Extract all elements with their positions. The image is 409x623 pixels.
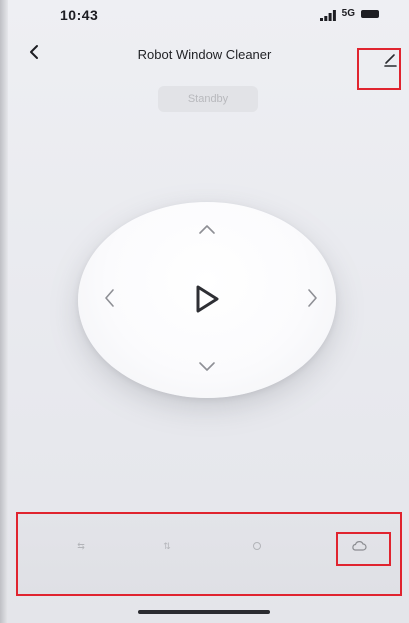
device-status-text: Standby	[187, 93, 229, 105]
move-left-button[interactable]	[94, 285, 124, 315]
page-title: Robot Window Cleaner	[137, 47, 272, 62]
home-indicator	[138, 610, 270, 614]
mode-button-2[interactable]: ⇅	[126, 514, 208, 594]
chevron-down-icon	[197, 360, 217, 378]
status-indicators: 5G	[319, 8, 379, 21]
app-screen: 10:43 5G Robot Window Cleaner Standby ⇆ …	[0, 0, 409, 623]
move-up-button[interactable]	[192, 216, 222, 246]
network-label: 5G	[341, 8, 355, 19]
nav-bar: Robot Window Cleaner	[0, 38, 409, 90]
edit-button[interactable]	[357, 48, 401, 90]
circle-icon	[216, 536, 298, 556]
status-bar: 10:43 5G	[0, 0, 409, 32]
mode-button-1[interactable]: ⇆	[40, 514, 122, 594]
start-button[interactable]	[184, 278, 230, 324]
play-icon	[193, 284, 221, 319]
mode-bar: ⇆ ⇅	[16, 512, 402, 596]
mode-icon: ⇅	[163, 540, 171, 551]
chevron-left-icon	[103, 287, 115, 314]
direction-pad	[78, 202, 336, 398]
signal-icon	[319, 8, 336, 21]
pencil-icon	[381, 50, 399, 73]
mode-button-3[interactable]	[216, 514, 298, 594]
chevron-up-icon	[197, 222, 217, 240]
mode-icon: ⇆	[77, 540, 85, 551]
battery-icon	[361, 9, 379, 18]
move-down-button[interactable]	[192, 354, 222, 384]
status-time: 10:43	[60, 7, 99, 23]
screen-edge	[0, 0, 8, 623]
chevron-right-icon	[307, 287, 319, 314]
mode-button-4[interactable]	[318, 514, 400, 594]
move-right-button[interactable]	[298, 285, 328, 315]
device-status-badge: Standby	[158, 86, 258, 112]
cloud-icon	[318, 536, 400, 556]
